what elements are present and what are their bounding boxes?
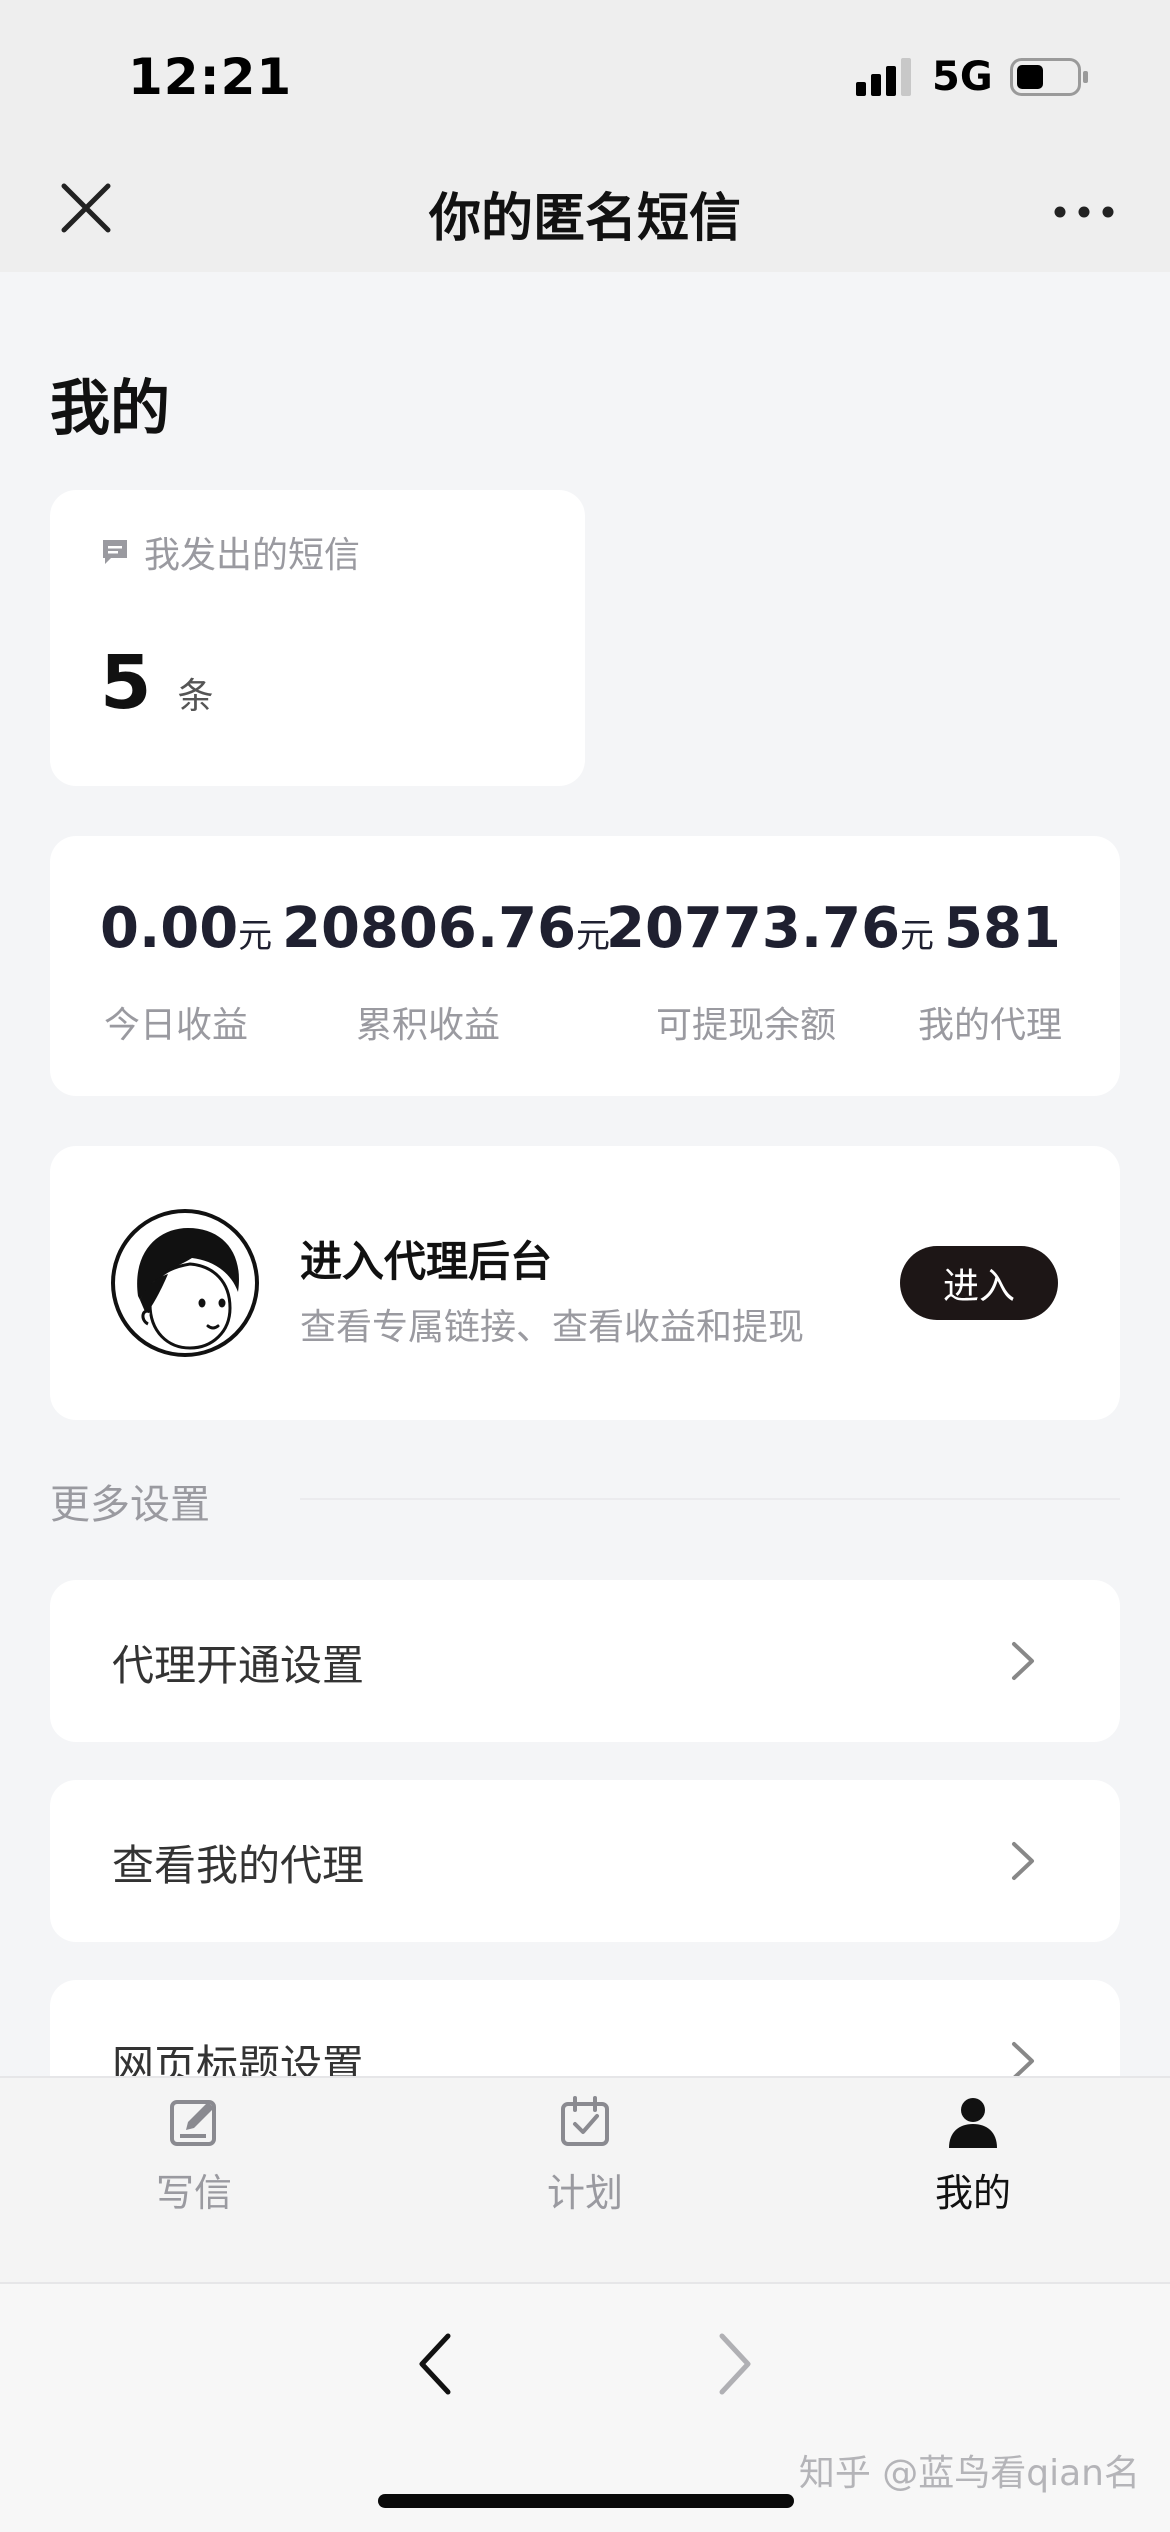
page-title: 我的 xyxy=(50,374,170,444)
message-icon xyxy=(103,540,127,564)
avatar xyxy=(111,1209,259,1357)
chevron-right-icon xyxy=(1012,1642,1034,1680)
agent-backend-card[interactable]: 进入代理后台 查看专属链接、查看收益和提现 进入 xyxy=(50,1146,1120,1420)
person-icon xyxy=(949,2098,997,2148)
network-type: 5G xyxy=(932,54,993,100)
stat-value: 0.00 xyxy=(100,896,239,961)
forward-arrow-icon[interactable] xyxy=(700,2324,770,2404)
stat-my-agents[interactable]: 581 xyxy=(944,896,1061,961)
calendar-check-icon xyxy=(561,2096,609,2146)
sent-sms-card[interactable]: 我发出的短信 5 条 xyxy=(50,490,585,786)
browser-toolbar: 知乎 @蓝鸟看qian名 xyxy=(0,2282,1170,2532)
tab-plan[interactable]: 计划 xyxy=(485,2094,685,2217)
stat-label: 可提现余额 xyxy=(656,1005,837,1046)
cellular-signal-icon xyxy=(856,58,911,96)
sent-sms-count-row: 5 条 xyxy=(100,640,214,726)
earnings-stats-card: 0.00元 今日收益 20806.76元 累积收益 20773.76元 可提现余… xyxy=(50,836,1120,1096)
agent-card-description: 查看专属链接、查看收益和提现 xyxy=(300,1307,805,1348)
stat-unit: 元 xyxy=(900,916,935,956)
watermark: 知乎 @蓝鸟看qian名 xyxy=(798,2453,1140,2494)
stat-total-earnings: 20806.76元 xyxy=(282,896,610,961)
sent-sms-unit: 条 xyxy=(177,676,214,717)
battery-icon xyxy=(1010,58,1088,96)
sent-sms-count: 5 xyxy=(100,640,152,726)
section-title-more-settings: 更多设置 xyxy=(50,1482,210,1528)
stat-unit: 元 xyxy=(238,916,273,956)
stat-today-earnings: 0.00元 xyxy=(100,896,272,961)
stat-value: 20773.76 xyxy=(606,896,901,961)
enter-button[interactable]: 进入 xyxy=(900,1246,1058,1320)
menu-item-agent-activation-settings[interactable]: 代理开通设置 xyxy=(50,1580,1120,1742)
stat-label: 今日收益 xyxy=(104,1005,249,1046)
agent-card-title: 进入代理后台 xyxy=(300,1237,553,1286)
tab-label: 计划 xyxy=(546,2171,623,2215)
status-bar: 12:21 5G xyxy=(0,0,1170,150)
tab-write[interactable]: 写信 xyxy=(94,2094,294,2217)
menu-item-label: 查看我的代理 xyxy=(112,1841,365,1890)
chevron-right-icon xyxy=(1012,1842,1034,1880)
tab-mine[interactable]: 我的 xyxy=(873,2094,1073,2217)
home-indicator[interactable] xyxy=(378,2494,794,2508)
sent-sms-label: 我发出的短信 xyxy=(144,535,361,576)
stat-label: 累积收益 xyxy=(356,1005,501,1046)
sent-sms-header: 我发出的短信 xyxy=(100,526,360,578)
more-icon[interactable] xyxy=(1052,202,1116,222)
stat-unit: 元 xyxy=(576,916,611,956)
nav-title: 你的匿名短信 xyxy=(428,189,741,249)
menu-item-view-my-agents[interactable]: 查看我的代理 xyxy=(50,1780,1120,1942)
stat-value: 20806.76 xyxy=(282,896,577,961)
tab-bar: 写信 计划 我的 xyxy=(0,2076,1170,2282)
tab-label: 写信 xyxy=(155,2171,232,2215)
tab-label: 我的 xyxy=(934,2171,1011,2215)
back-arrow-icon[interactable] xyxy=(400,2324,470,2404)
section-divider xyxy=(300,1498,1120,1500)
stat-withdrawable-balance: 20773.76元 xyxy=(606,896,934,961)
status-time: 12:21 xyxy=(128,48,293,106)
write-icon xyxy=(170,2100,216,2146)
stat-label: 我的代理 xyxy=(918,1005,1063,1046)
nav-bar: 你的匿名短信 xyxy=(0,150,1170,272)
stat-value: 581 xyxy=(944,896,1061,961)
menu-item-label: 代理开通设置 xyxy=(112,1641,365,1690)
